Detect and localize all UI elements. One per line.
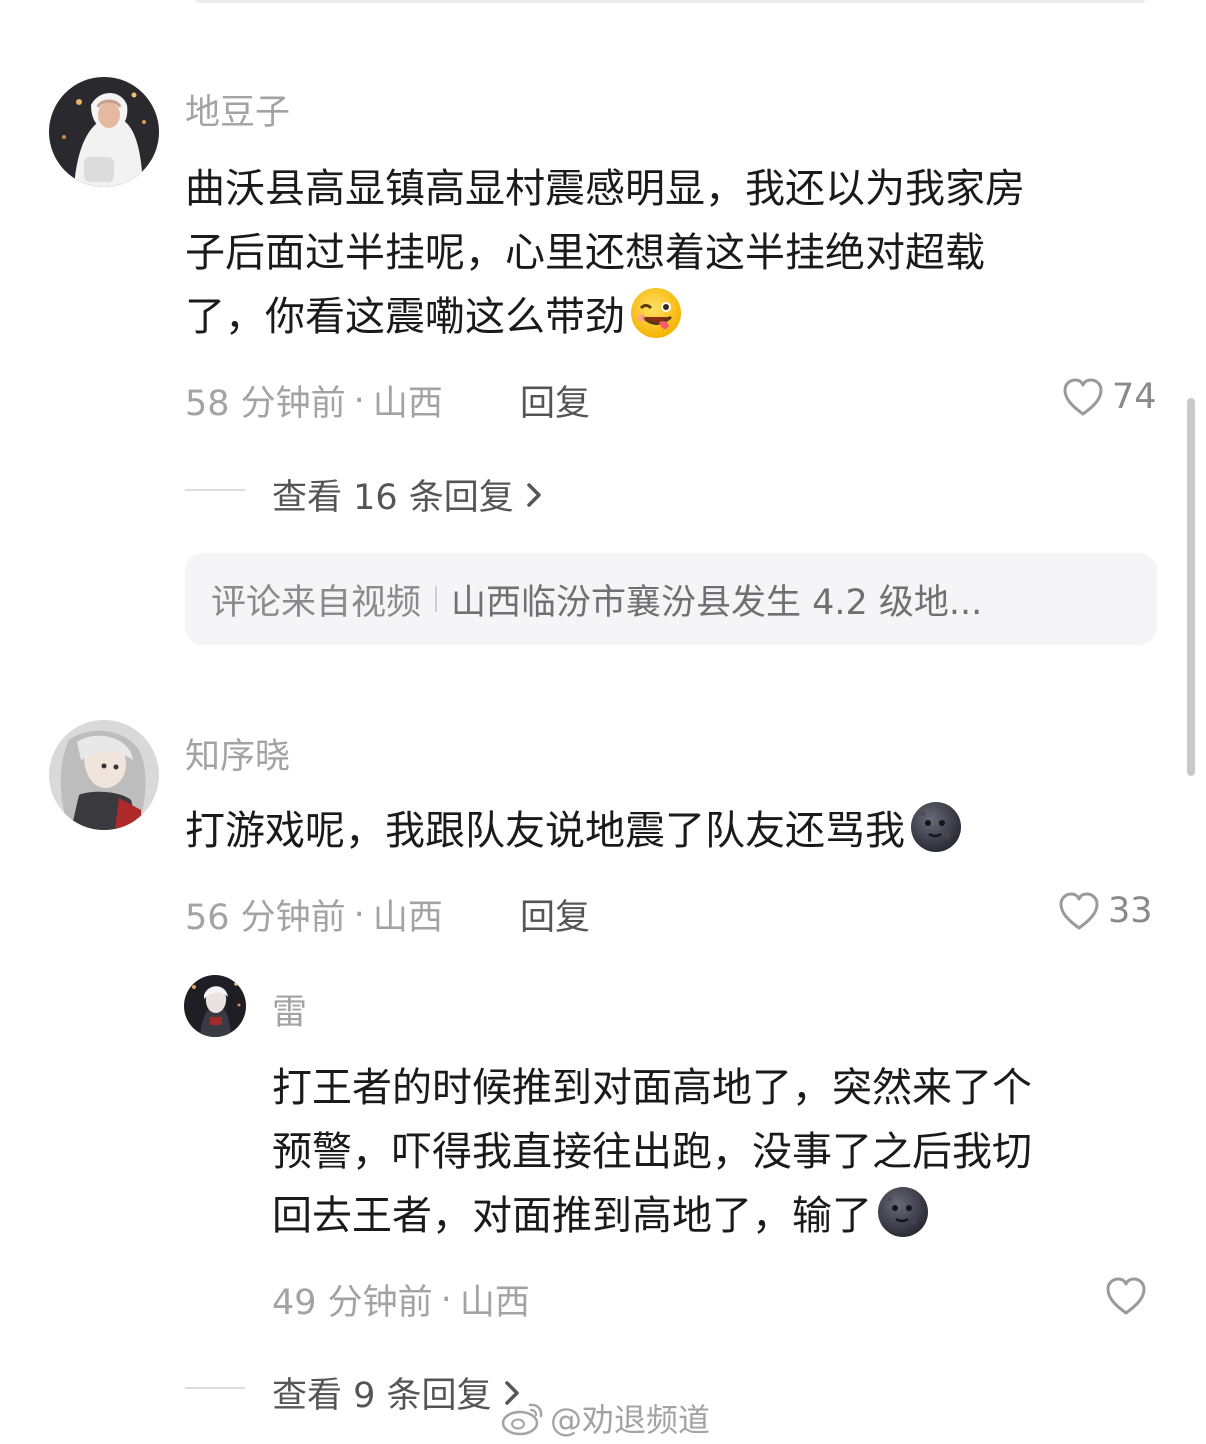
comment-username[interactable]: 知序晓: [185, 728, 290, 779]
reply-location: 山西: [459, 1283, 530, 1323]
weibo-logo-icon: [500, 1399, 550, 1437]
heart-outline-icon: [1062, 377, 1104, 417]
like-button[interactable]: 74: [1062, 377, 1157, 417]
heart-outline-icon: [1105, 1276, 1147, 1316]
like-button[interactable]: 33: [1058, 891, 1153, 931]
reply-time: 49 分钟前: [272, 1283, 433, 1323]
comment-text-line: 了，你看这震嘞这么带劲: [185, 285, 1025, 349]
comment-time: 56 分钟前: [185, 898, 346, 938]
comment-content: 打游戏呢，我跟队友说地震了队友还骂我: [185, 799, 963, 863]
comment-content: 曲沃县高显镇高显村震感明显，我还以为我家房 子后面过半挂呢，心里还想着这半挂绝对…: [185, 157, 1025, 349]
comment-text-line: 子后面过半挂呢，心里还想着这半挂绝对超载: [185, 230, 985, 276]
view-replies-label: 查看 16 条回复: [272, 478, 514, 518]
comment-meta: 56 分钟前 · 山西: [185, 889, 443, 940]
comment-text-line: 曲沃县高显镇高显村震感明显，我还以为我家房: [185, 166, 1025, 212]
new-moon-face-emoji: [876, 1185, 930, 1239]
like-button[interactable]: [1105, 1276, 1147, 1316]
reply-button[interactable]: 回复: [520, 375, 590, 426]
reply-button[interactable]: 回复: [520, 889, 590, 940]
watermark: @劝退频道: [500, 1395, 710, 1441]
source-separator: [435, 586, 438, 612]
meta-separator: ·: [440, 1279, 452, 1320]
new-moon-face-emoji: [909, 800, 963, 854]
comment-time: 58 分钟前: [185, 384, 346, 424]
comment-meta: 58 分钟前 · 山西: [185, 375, 443, 426]
scrollbar[interactable]: [1187, 398, 1195, 776]
reply-text: 回去王者，对面推到高地了，输了: [272, 1193, 872, 1239]
reply-text-line: 预警，吓得我直接往出跑，没事了之后我切: [272, 1129, 1032, 1175]
replies-divider: [185, 1387, 245, 1389]
comment-location: 山西: [372, 384, 443, 424]
source-label: 评论来自视频: [211, 582, 422, 623]
comment-text: 了，你看这震嘞这么带劲: [185, 294, 625, 340]
top-divider: [195, 0, 1145, 3]
replies-divider: [185, 489, 245, 491]
avatar[interactable]: [49, 720, 159, 830]
comment-text-line: 打游戏呢，我跟队友说地震了队友还骂我: [185, 799, 963, 863]
reply-meta: 49 分钟前 · 山西: [272, 1274, 530, 1325]
watermark-text: @劝退频道: [550, 1401, 711, 1439]
view-replies-button[interactable]: 查看 9 条回复: [272, 1367, 522, 1418]
avatar[interactable]: [49, 77, 159, 187]
view-replies-button[interactable]: 查看 16 条回复: [272, 469, 544, 520]
comment-username[interactable]: 地豆子: [185, 84, 290, 135]
winking-face-with-tongue-emoji: [629, 286, 683, 340]
meta-separator: ·: [353, 894, 365, 935]
comment-text: 打游戏呢，我跟队友说地震了队友还骂我: [185, 808, 905, 854]
chevron-right-icon: [514, 480, 544, 510]
like-count: 74: [1112, 377, 1157, 417]
source-video-card[interactable]: 评论来自视频 山西临汾市襄汾县发生 4.2 级地...: [185, 553, 1157, 645]
reply-username[interactable]: 雷: [272, 984, 307, 1035]
reply-content: 打王者的时候推到对面高地了，突然来了个 预警，吓得我直接往出跑，没事了之后我切 …: [272, 1056, 1032, 1248]
avatar[interactable]: [184, 975, 246, 1037]
source-video-title: 山西临汾市襄汾县发生 4.2 级地...: [451, 582, 983, 623]
heart-outline-icon: [1058, 891, 1100, 931]
comment-location: 山西: [372, 898, 443, 938]
like-count: 33: [1108, 891, 1153, 931]
reply-text-line: 回去王者，对面推到高地了，输了: [272, 1184, 1032, 1248]
view-replies-label: 查看 9 条回复: [272, 1376, 492, 1416]
reply-text-line: 打王者的时候推到对面高地了，突然来了个: [272, 1065, 1032, 1111]
meta-separator: ·: [353, 380, 365, 421]
